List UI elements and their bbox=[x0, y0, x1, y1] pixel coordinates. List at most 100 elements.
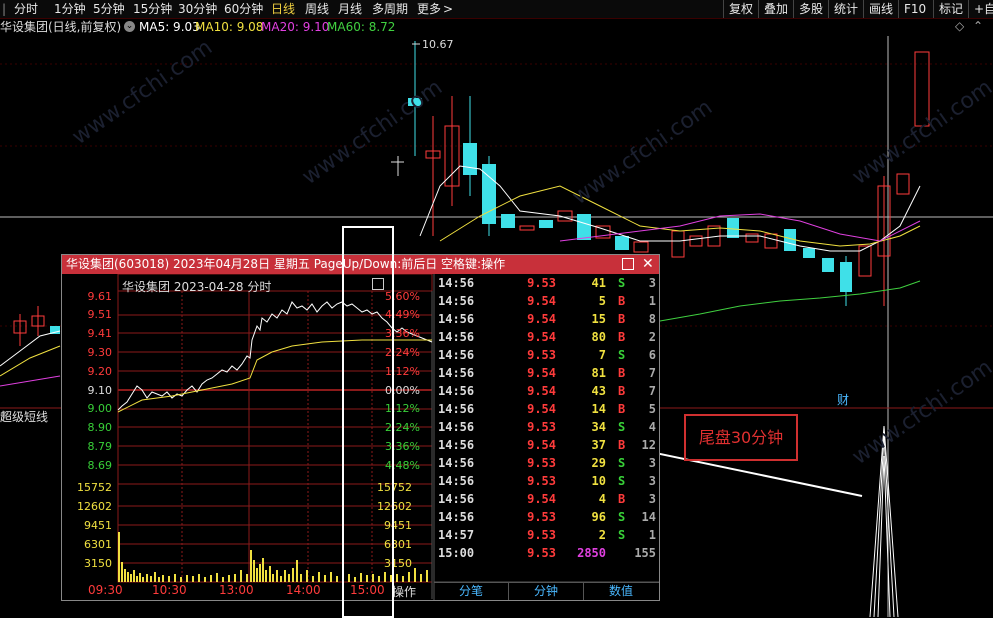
tick-count: 8 bbox=[648, 312, 656, 326]
tick-count: 4 bbox=[648, 420, 656, 434]
f10-button[interactable]: F10 bbox=[898, 0, 931, 18]
tab-60min[interactable]: 60分钟 bbox=[224, 1, 263, 17]
tick-count: 7 bbox=[648, 366, 656, 380]
caitou-marker: 财 bbox=[837, 393, 849, 407]
tick-time: 14:56 bbox=[438, 276, 475, 290]
maximize-icon[interactable] bbox=[622, 258, 634, 270]
indicator-icon[interactable]: ⊗ bbox=[0, 410, 8, 420]
tick-price: 9.53 bbox=[527, 420, 556, 434]
tick-count: 3 bbox=[648, 456, 656, 470]
tick-time: 14:56 bbox=[438, 348, 475, 362]
tick-side: B bbox=[618, 402, 626, 416]
tick-side: B bbox=[618, 492, 626, 506]
high-price-label: 10.67 bbox=[422, 38, 454, 51]
tick-count: 3 bbox=[648, 276, 656, 290]
tick-price: 9.54 bbox=[527, 492, 556, 506]
tick-price: 9.53 bbox=[527, 276, 556, 290]
tick-row: 14:56 9.54 80 B 2 bbox=[436, 330, 658, 348]
tick-volume: 41 bbox=[591, 276, 606, 290]
tick-volume: 4 bbox=[598, 492, 606, 506]
chevron-right-icon[interactable]: > bbox=[443, 1, 453, 17]
ma20-value: MA20: 9.10 bbox=[261, 20, 330, 34]
tick-side: B bbox=[618, 330, 626, 344]
tick-row: 14:56 9.54 4 B 3 bbox=[436, 492, 658, 510]
vol-label: 9451 bbox=[84, 519, 112, 532]
tick-row: 14:56 9.53 10 S 3 bbox=[436, 474, 658, 492]
tab-daily[interactable]: 日线 bbox=[271, 1, 295, 17]
kline-candles-top bbox=[391, 41, 649, 253]
tick-time: 14:56 bbox=[438, 510, 475, 524]
tick-row: 14:56 9.54 81 B 7 bbox=[436, 366, 658, 384]
tick-price: 9.53 bbox=[527, 348, 556, 362]
tab-fenshi[interactable]: 分时 bbox=[14, 1, 38, 17]
tick-side: B bbox=[618, 366, 626, 380]
tick-row: 14:56 9.53 29 S 3 bbox=[436, 456, 658, 474]
price-label: 9.51 bbox=[87, 308, 113, 321]
close-icon[interactable]: ✕ bbox=[642, 255, 654, 274]
tab-more[interactable]: 更多 bbox=[417, 1, 441, 17]
tick-count: 3 bbox=[648, 474, 656, 488]
tick-time: 14:56 bbox=[438, 330, 475, 344]
tick-time: 14:56 bbox=[438, 456, 475, 470]
tick-row: 14:56 9.53 41 S 3 bbox=[436, 276, 658, 294]
tab-monthly[interactable]: 月线 bbox=[338, 1, 362, 17]
tick-count: 3 bbox=[648, 492, 656, 506]
add-watchlist-button[interactable]: +自选 bbox=[968, 0, 993, 18]
price-label: 9.30 bbox=[87, 346, 113, 359]
tick-count: 5 bbox=[648, 402, 656, 416]
tab-5min[interactable]: 5分钟 bbox=[93, 1, 125, 17]
tick-count: 155 bbox=[634, 546, 656, 560]
tab-ticks[interactable]: 分笔 bbox=[434, 583, 509, 600]
tick-time: 14:56 bbox=[438, 438, 475, 452]
tick-side: S bbox=[618, 276, 626, 290]
adjust-button[interactable]: 复权 bbox=[723, 0, 758, 18]
price-label: 9.20 bbox=[87, 365, 113, 378]
tick-volume: 81 bbox=[591, 366, 606, 380]
chevron-up-icon[interactable]: ⌃ bbox=[973, 19, 983, 33]
time-label: 10:30 bbox=[152, 583, 187, 597]
annotation-box: 尾盘30分钟 bbox=[684, 414, 798, 461]
mark-button[interactable]: 标记 bbox=[933, 0, 968, 18]
tab-15min[interactable]: 15分钟 bbox=[133, 1, 172, 17]
draw-line-button[interactable]: 画线 bbox=[863, 0, 898, 18]
tick-volume: 43 bbox=[591, 384, 606, 398]
multi-stock-button[interactable]: 多股 bbox=[793, 0, 828, 18]
tab-minutes[interactable]: 分钟 bbox=[509, 583, 584, 600]
price-label: 9.61 bbox=[87, 290, 113, 303]
tick-side: B bbox=[618, 438, 626, 452]
dropdown-icon[interactable]: ⌄ bbox=[124, 21, 135, 32]
tick-count: 7 bbox=[648, 384, 656, 398]
tick-time: 15:00 bbox=[438, 546, 475, 560]
tick-side: S bbox=[618, 474, 626, 488]
operate-button[interactable]: 操作 bbox=[392, 583, 416, 600]
tick-side: B bbox=[618, 384, 626, 398]
stock-title: 华设集团(日线,前复权) bbox=[0, 20, 122, 34]
tab-weekly[interactable]: 周线 bbox=[305, 1, 329, 17]
tick-price: 9.54 bbox=[527, 294, 556, 308]
highlight-box bbox=[342, 226, 394, 618]
tick-volume: 7 bbox=[598, 348, 606, 362]
price-label: 9.10 bbox=[87, 384, 113, 397]
diamond-icon[interactable]: ◇ bbox=[955, 19, 964, 33]
tab-1min[interactable]: 1分钟 bbox=[54, 1, 86, 17]
tick-volume: 29 bbox=[591, 456, 606, 470]
toolbar-grip: | bbox=[2, 2, 7, 16]
tab-multi-period[interactable]: 多周期 bbox=[372, 1, 408, 17]
tick-tabs: 分笔 分钟 数值 bbox=[434, 582, 659, 600]
tick-volume: 5 bbox=[598, 294, 606, 308]
tab-30min[interactable]: 30分钟 bbox=[178, 1, 217, 17]
tick-side: S bbox=[618, 510, 626, 524]
price-label: 8.79 bbox=[87, 440, 113, 453]
statistics-button[interactable]: 统计 bbox=[828, 0, 863, 18]
tick-time: 14:56 bbox=[438, 366, 475, 380]
vol-label: 15752 bbox=[77, 481, 112, 494]
tick-row: 14:56 9.53 96 S 14 bbox=[436, 510, 658, 528]
time-label: 14:00 bbox=[286, 583, 321, 597]
tick-time: 14:57 bbox=[438, 528, 475, 542]
overlay-button[interactable]: 叠加 bbox=[758, 0, 793, 18]
tick-price: 9.53 bbox=[527, 456, 556, 470]
tick-count: 6 bbox=[648, 348, 656, 362]
tab-values[interactable]: 数值 bbox=[584, 583, 658, 600]
chart-title: 华设集团 2023-04-28 分时 bbox=[122, 280, 272, 294]
tick-volume: 37 bbox=[591, 438, 606, 452]
